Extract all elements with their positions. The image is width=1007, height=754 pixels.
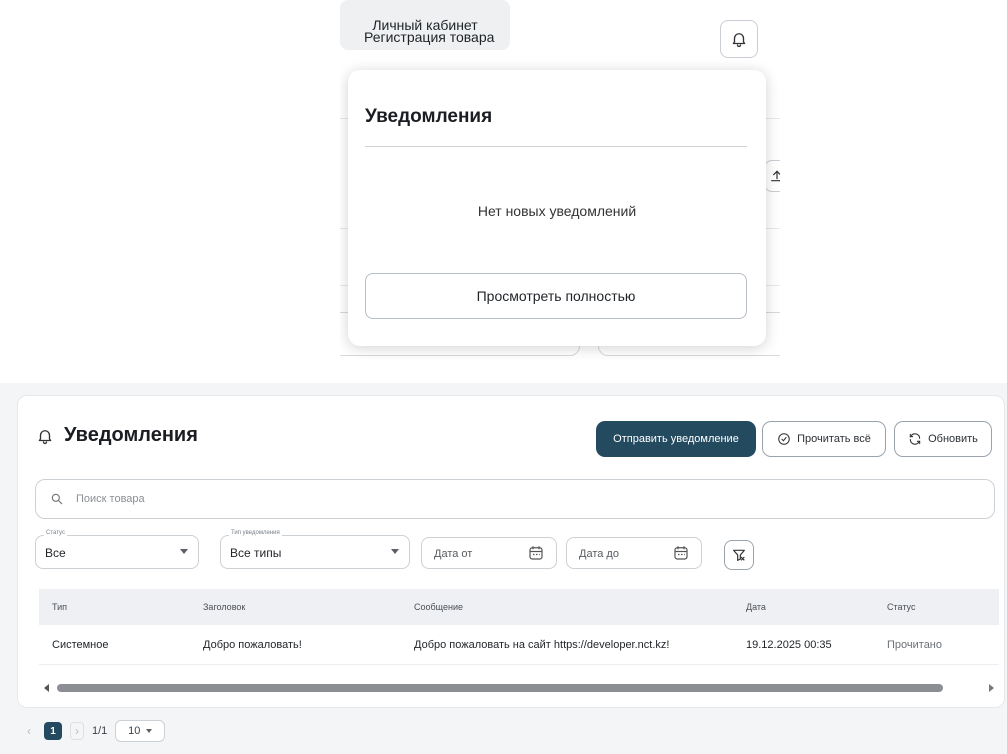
page-header: Уведомления xyxy=(36,424,198,447)
column-header-status[interactable]: Статус xyxy=(887,602,915,612)
notification-type-select-label: Тип уведомления xyxy=(229,530,282,536)
notifications-dropdown-title: Уведомления xyxy=(365,106,493,127)
pagination: ‹ 1 › 1/1 10 xyxy=(22,720,166,742)
view-all-button[interactable]: Просмотреть полностью xyxy=(365,273,747,319)
cell-message: Добро пожаловать на сайт https://develop… xyxy=(414,638,670,651)
calendar-icon xyxy=(529,546,543,560)
notifications-bell-button[interactable] xyxy=(720,20,758,58)
table-row[interactable]: Системное Добро пожаловать! Добро пожало… xyxy=(39,625,999,665)
column-header-message[interactable]: Сообщение xyxy=(414,602,463,612)
read-all-label: Прочитать всё xyxy=(797,433,871,445)
search-icon xyxy=(51,493,63,505)
horizontal-scrollbar[interactable] xyxy=(39,683,999,693)
cell-date: 19.12.2025 00:35 xyxy=(746,638,832,651)
send-notification-button[interactable]: Отправить уведомление xyxy=(596,421,756,457)
status-select-label: Статус xyxy=(44,530,67,536)
filter-off-icon xyxy=(733,549,745,561)
status-select-value: Все xyxy=(45,546,66,560)
refresh-button[interactable]: Обновить xyxy=(894,421,992,457)
date-from-input[interactable]: Дата от xyxy=(421,537,557,569)
page-title: Уведомления xyxy=(64,424,198,446)
cell-status: Прочитано xyxy=(887,638,942,651)
notifications-page: Уведомления Отправить уведомление Прочит… xyxy=(0,383,1007,754)
chevron-down-icon xyxy=(391,549,399,554)
cell-type: Системное xyxy=(52,638,109,651)
page-count: 1/1 xyxy=(92,725,108,737)
scroll-right-arrow-icon[interactable] xyxy=(989,684,994,692)
search-input[interactable]: Поиск товара xyxy=(35,479,995,519)
column-header-date[interactable]: Дата xyxy=(746,602,766,612)
empty-state-text: Нет новых уведомлений xyxy=(477,203,637,219)
page-size-value: 10 xyxy=(128,725,141,737)
column-header-type[interactable]: Тип xyxy=(52,602,67,612)
refresh-label: Обновить xyxy=(928,433,978,445)
notification-type-select[interactable]: Тип уведомления Все типы xyxy=(220,530,410,569)
prev-page-button[interactable]: ‹ xyxy=(22,722,36,740)
date-to-placeholder: Дата до xyxy=(579,548,619,560)
divider xyxy=(365,146,747,147)
nav-link-product-registration[interactable]: Регистрация товара xyxy=(364,29,494,45)
current-page-button[interactable]: 1 xyxy=(44,722,62,740)
notifications-card: Уведомления Отправить уведомление Прочит… xyxy=(17,395,1005,708)
header-region: Регистрация товара Личный кабинет Уведом… xyxy=(340,0,780,360)
search-placeholder: Поиск товара xyxy=(76,493,145,505)
date-to-input[interactable]: Дата до xyxy=(566,537,702,569)
chevron-down-icon xyxy=(146,729,153,733)
upload-icon xyxy=(771,170,780,182)
scroll-left-arrow-icon[interactable] xyxy=(44,684,49,692)
notifications-table: Тип Заголовок Сообщение Дата Статус Сист… xyxy=(39,589,999,665)
bell-icon xyxy=(38,429,52,444)
chevron-down-icon xyxy=(180,549,188,554)
column-header-title[interactable]: Заголовок xyxy=(203,602,245,612)
check-circle-icon xyxy=(778,433,790,445)
page-size-select[interactable]: 10 xyxy=(115,720,166,742)
cell-title: Добро пожаловать! xyxy=(203,638,302,651)
status-select[interactable]: Статус Все xyxy=(35,530,199,569)
clear-filters-button[interactable] xyxy=(724,540,754,570)
refresh-icon xyxy=(909,433,921,445)
notifications-dropdown: Уведомления Нет новых уведомлений Просмо… xyxy=(348,70,766,346)
date-from-placeholder: Дата от xyxy=(434,548,473,560)
calendar-icon xyxy=(674,546,688,560)
background-upload-button xyxy=(764,160,780,192)
bell-icon xyxy=(732,33,746,48)
table-header: Тип Заголовок Сообщение Дата Статус xyxy=(39,589,999,625)
scrollbar-thumb[interactable] xyxy=(57,684,943,692)
next-page-button[interactable]: › xyxy=(70,722,84,740)
read-all-button[interactable]: Прочитать всё xyxy=(762,421,886,457)
notification-type-select-value: Все типы xyxy=(230,546,282,560)
